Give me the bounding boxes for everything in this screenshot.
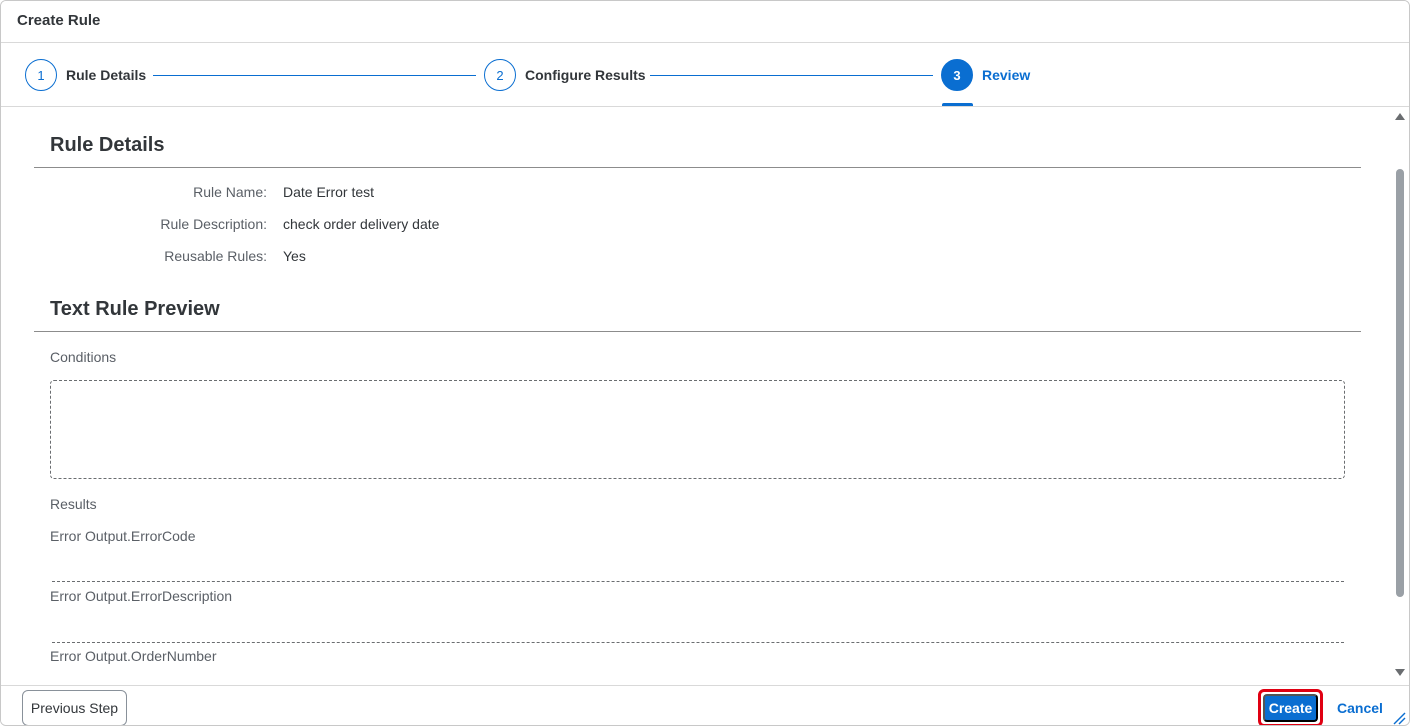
results-label: Results [50,496,97,512]
review-content: Rule Details Rule Name: Date Error test … [17,107,1379,685]
wizard-progress-bar: 1 Rule Details 2 Configure Results 3 Rev… [1,43,1409,107]
step-number: 1 [25,59,57,91]
vertical-scrollbar[interactable] [1391,107,1409,685]
create-button-highlight: Create [1258,689,1323,725]
conditions-label: Conditions [50,349,117,365]
step-number: 3 [941,59,973,91]
wizard-step-rule-details[interactable]: 1 Rule Details [25,59,146,91]
step-label: Rule Details [66,67,147,83]
rule-name-row: Rule Name: Date Error test [34,184,1034,204]
result-order-number-label: Error Output.OrderNumber [50,648,217,664]
field-value: check order delivery date [283,216,440,232]
previous-step-button[interactable]: Previous Step [22,690,127,725]
result-error-code-value [52,581,1344,582]
create-rule-dialog: Create Rule 1 Rule Details 2 Configure R… [0,0,1410,726]
field-label: Rule Description: [160,216,267,232]
step-connector [153,75,476,76]
field-label: Rule Name: [193,184,267,200]
dialog-header: Create Rule [1,1,1409,43]
wizard-step-review[interactable]: 3 Review [941,59,1030,91]
rule-details-heading: Rule Details [50,134,165,156]
step-label: Configure Results [525,67,646,83]
step-label: Review [982,67,1031,83]
active-step-indicator [942,103,973,106]
dialog-footer: Previous Step Create Cancel [1,685,1409,725]
field-value: Date Error test [283,184,375,200]
conditions-box [50,380,1345,479]
field-label: Reusable Rules: [164,248,267,264]
wizard-step-configure-results[interactable]: 2 Configure Results [484,59,646,91]
result-error-description-value [52,642,1344,643]
create-button[interactable]: Create [1263,694,1318,722]
step-connector [650,75,933,76]
section-divider [34,331,1361,332]
scroll-up-arrow-icon[interactable] [1395,113,1405,120]
rule-description-row: Rule Description: check order delivery d… [34,216,1034,236]
text-rule-preview-heading: Text Rule Preview [50,298,220,320]
result-error-code-label: Error Output.ErrorCode [50,528,196,544]
section-divider [34,167,1361,168]
scrollbar-thumb[interactable] [1396,169,1404,597]
scroll-down-arrow-icon[interactable] [1395,669,1405,676]
dialog-title: Create Rule [17,12,101,29]
field-value: Yes [283,248,306,264]
cancel-button[interactable]: Cancel [1334,690,1386,725]
resize-grip-icon[interactable] [1392,711,1406,725]
reusable-rules-row: Reusable Rules: Yes [34,248,1034,268]
step-number: 2 [484,59,516,91]
result-error-description-label: Error Output.ErrorDescription [50,588,233,604]
